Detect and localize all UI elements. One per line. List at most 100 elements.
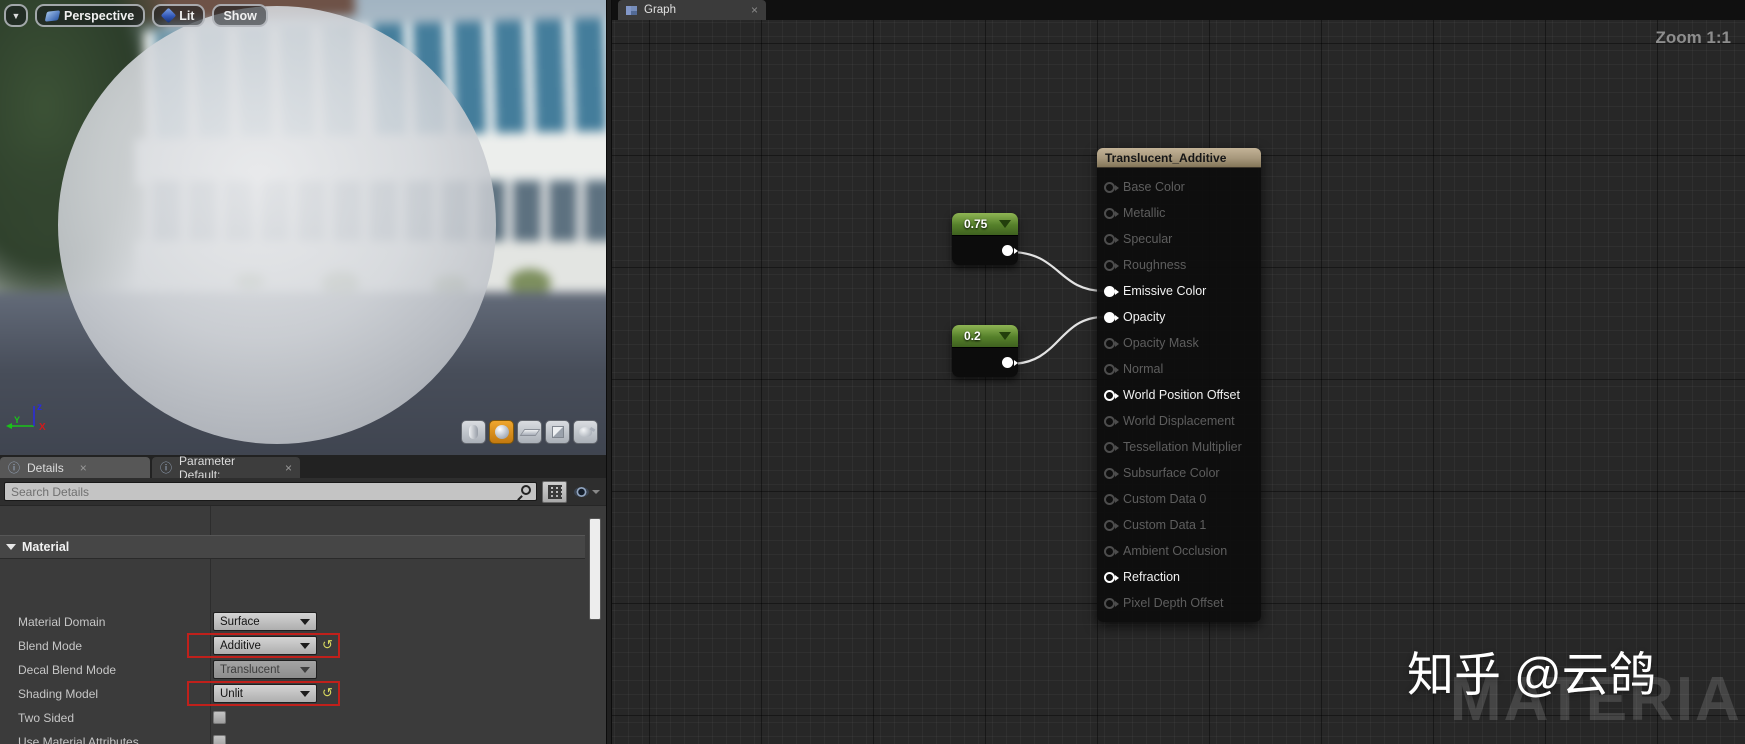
svg-text:X: X: [39, 422, 46, 433]
pin-circle-icon[interactable]: [1104, 311, 1119, 323]
material-node-title[interactable]: Translucent_Additive: [1097, 148, 1261, 168]
category-label: Material: [22, 540, 70, 554]
pin-circle-icon[interactable]: [1104, 337, 1119, 349]
pin-circle-icon[interactable]: [1104, 285, 1119, 297]
graph-icon: [626, 5, 637, 15]
pin-metallic[interactable]: Metallic: [1097, 200, 1261, 226]
grid-icon: [547, 484, 562, 499]
two-sided-checkbox[interactable]: [213, 711, 226, 724]
tab-graph-label: Graph: [644, 4, 676, 16]
constant-node-0.2[interactable]: 0.2: [952, 325, 1018, 377]
tab-parameter-defaults[interactable]: ⓘ Parameter Default: ×: [152, 455, 300, 482]
preview-shape-cube-button[interactable]: [545, 420, 570, 444]
pin-circle-icon[interactable]: [1104, 571, 1119, 583]
cube-icon: [551, 426, 564, 438]
preview-viewport[interactable]: ▼ Perspective Lit Show z Y X: [0, 0, 606, 455]
preview-shape-cylinder-button[interactable]: [461, 420, 486, 444]
output-pin[interactable]: [1002, 357, 1018, 368]
close-icon[interactable]: ×: [751, 3, 758, 17]
display-filter-button[interactable]: [541, 480, 568, 503]
preview-shape-plane-button[interactable]: [517, 420, 542, 444]
sphere-icon: [494, 425, 509, 439]
pin-pixel-depth-offset[interactable]: Pixel Depth Offset: [1097, 590, 1261, 616]
pin-tessellation-multiplier[interactable]: Tessellation Multiplier: [1097, 434, 1261, 460]
row-label: Decal Blend Mode: [18, 663, 117, 677]
pin-custom-data-0[interactable]: Custom Data 0: [1097, 486, 1261, 512]
close-icon[interactable]: ×: [285, 461, 292, 475]
constant-node-0.75[interactable]: 0.75: [952, 213, 1018, 265]
pin-circle-icon[interactable]: [1104, 207, 1119, 219]
pin-label: Metallic: [1123, 206, 1166, 220]
wire-0.75-to-emissive-color[interactable]: [1009, 250, 1105, 293]
pin-circle-icon[interactable]: [1104, 441, 1119, 453]
eye-icon: [574, 486, 590, 497]
viewport-options-button[interactable]: ▼: [4, 4, 28, 27]
details-scrollbar[interactable]: [589, 518, 601, 620]
search-details-input[interactable]: [4, 482, 537, 501]
row-blend-mode: Blend Mode Additive ↺: [0, 633, 585, 658]
pin-label: Ambient Occlusion: [1123, 544, 1228, 558]
preview-shape-sphere-button[interactable]: [489, 420, 514, 444]
pin-label: Custom Data 0: [1123, 492, 1207, 506]
graph-canvas[interactable]: Zoom 1:1 MATERIAL 知乎 @云鸽 0.75 0.2: [612, 20, 1745, 744]
pin-opacity-mask[interactable]: Opacity Mask: [1097, 330, 1261, 356]
pin-subsurface-color[interactable]: Subsurface Color: [1097, 460, 1261, 486]
pin-circle-icon[interactable]: [1104, 467, 1119, 479]
category-header-material[interactable]: Material: [0, 535, 585, 559]
pin-custom-data-1[interactable]: Custom Data 1: [1097, 512, 1261, 538]
pin-label: Custom Data 1: [1123, 518, 1207, 532]
pin-circle-icon[interactable]: [1104, 545, 1119, 557]
output-pin[interactable]: [1002, 245, 1018, 256]
plane-icon: [519, 428, 540, 436]
pin-world-position-offset[interactable]: World Position Offset: [1097, 382, 1261, 408]
material-result-node[interactable]: Translucent_Additive Base Color Metallic S…: [1097, 148, 1261, 622]
pin-world-displacement[interactable]: World Displacement: [1097, 408, 1261, 434]
cylinder-icon: [469, 425, 478, 439]
pin-circle-icon[interactable]: [1104, 519, 1119, 531]
perspective-button[interactable]: Perspective: [35, 4, 146, 27]
pin-label: Opacity: [1123, 310, 1166, 324]
pin-roughness[interactable]: Roughness: [1097, 252, 1261, 278]
row-two-sided: Two Sided: [0, 706, 585, 730]
perspective-label: Perspective: [64, 8, 135, 23]
pin-ambient-occlusion[interactable]: Ambient Occlusion: [1097, 538, 1261, 564]
details-tabbar: ⓘ Details × ⓘ Parameter Default: ×: [0, 455, 606, 482]
constant-value: 0.75: [964, 217, 988, 231]
pin-label: Normal: [1123, 362, 1164, 376]
collapse-triangle-icon: [999, 220, 1011, 228]
pin-circle-icon[interactable]: [1104, 181, 1119, 193]
use-material-attributes-checkbox[interactable]: [213, 735, 226, 744]
view-options-button[interactable]: [572, 480, 602, 503]
pin-emissive-color[interactable]: Emissive Color: [1097, 278, 1261, 304]
collapse-triangle-icon: [999, 332, 1011, 340]
viewport-toolbar: ▼ Perspective Lit Show: [4, 4, 268, 27]
show-button[interactable]: Show: [212, 4, 268, 27]
pin-circle-icon[interactable]: [1104, 363, 1119, 375]
lit-mode-button[interactable]: Lit: [152, 4, 206, 27]
pin-circle-icon[interactable]: [1104, 259, 1119, 271]
pin-circle-icon[interactable]: [1104, 389, 1119, 401]
row-label: Blend Mode: [18, 639, 83, 653]
pin-refraction[interactable]: Refraction: [1097, 564, 1261, 590]
tab-graph[interactable]: Graph ×: [618, 0, 766, 20]
wire-0.2-to-opacity[interactable]: [1009, 315, 1105, 366]
row-material-domain: Material Domain Surface: [0, 610, 585, 634]
preview-shape-teapot-button[interactable]: [573, 420, 598, 444]
pin-label: Emissive Color: [1123, 284, 1207, 298]
pin-specular[interactable]: Specular: [1097, 226, 1261, 252]
row-label: Material Domain: [18, 615, 106, 629]
pin-circle-icon[interactable]: [1104, 415, 1119, 427]
close-icon[interactable]: ×: [80, 461, 87, 475]
pin-circle-icon[interactable]: [1104, 597, 1119, 609]
info-icon: ⓘ: [160, 461, 173, 475]
tab-details[interactable]: ⓘ Details ×: [0, 457, 150, 478]
pin-label: World Displacement: [1123, 414, 1235, 428]
pin-opacity[interactable]: Opacity: [1097, 304, 1261, 330]
chevron-down-icon: [592, 489, 601, 494]
decal-blend-mode-dropdown: Translucent: [213, 660, 317, 679]
pin-base-color[interactable]: Base Color: [1097, 174, 1261, 200]
pin-circle-icon[interactable]: [1104, 493, 1119, 505]
pin-normal[interactable]: Normal: [1097, 356, 1261, 382]
pin-circle-icon[interactable]: [1104, 233, 1119, 245]
material-domain-dropdown[interactable]: Surface: [213, 612, 317, 631]
